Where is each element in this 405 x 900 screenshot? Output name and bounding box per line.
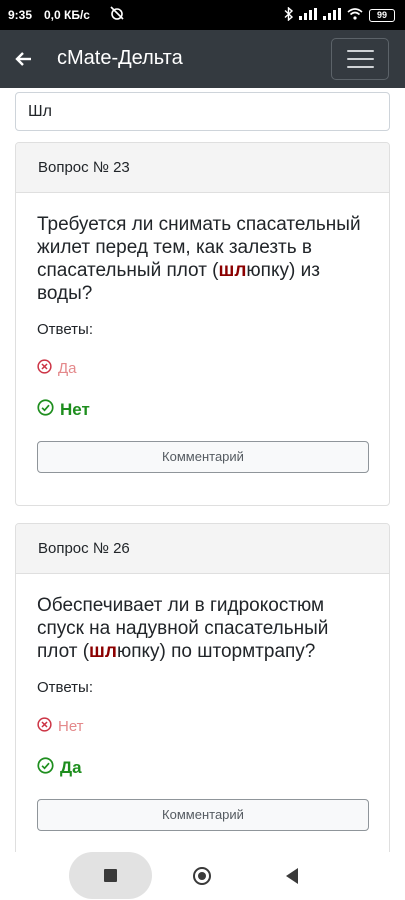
correct-answer-text: Нет (60, 400, 90, 419)
home-icon[interactable] (193, 867, 211, 885)
wrong-answer: Да (37, 359, 368, 378)
question-number: Вопрос № 23 (16, 143, 389, 193)
bluetooth-icon (284, 5, 294, 24)
answers-label: Ответы: (37, 321, 94, 338)
question-number: Вопрос № 26 (16, 524, 389, 574)
x-circle-icon (37, 717, 52, 736)
recents-icon[interactable] (104, 869, 117, 882)
x-circle-icon (37, 359, 52, 378)
check-circle-icon (37, 757, 54, 779)
app-bar: cMate-Дельта (0, 30, 405, 88)
signal-icon (299, 7, 317, 23)
correct-answer-text: Да (60, 758, 82, 777)
search-highlight: шл (218, 260, 247, 281)
back-triangle-icon[interactable] (286, 868, 298, 884)
wifi-icon (347, 7, 363, 23)
wrong-answer-text: Нет (58, 718, 84, 735)
status-bar: 9:35 0,0 КБ/с 99 (0, 0, 405, 30)
correct-answer: Нет (37, 399, 368, 421)
check-circle-icon (37, 399, 54, 421)
arrow-left-icon[interactable] (8, 43, 40, 75)
question-list[interactable]: Шл Вопрос № 23 Требуется ли снимать спас… (0, 88, 405, 852)
question-text: Требуется ли снимать спасательный жилет … (37, 213, 368, 305)
signal-icon-2 (323, 7, 341, 23)
battery-icon: 99 (369, 8, 395, 22)
hamburger-menu-icon (347, 50, 374, 52)
alarm-off-icon (109, 5, 125, 24)
hamburger-bar (347, 58, 374, 60)
hamburger-bar (347, 66, 374, 68)
system-nav-bar (0, 852, 405, 900)
app-title: cMate-Дельта (57, 47, 183, 69)
comment-button[interactable]: Комментарий (37, 441, 369, 473)
question-card: Вопрос № 26 Обеспечивает ли в гидрокостю… (15, 523, 390, 852)
question-text-part: юпку) по штормтрапу? (116, 641, 316, 662)
answers-label: Ответы: (37, 679, 94, 696)
status-icons: 99 (284, 5, 395, 24)
wrong-answer-text: Да (58, 360, 77, 377)
status-network-speed: 0,0 КБ/с (44, 8, 90, 22)
search-highlight: шл (89, 641, 117, 662)
hamburger-menu-button[interactable] (331, 38, 389, 80)
status-time: 9:35 (8, 8, 33, 22)
wrong-answer: Нет (37, 717, 368, 736)
correct-answer: Да (37, 757, 368, 779)
question-text: Обеспечивает ли в гидрокостюм спуск на н… (37, 594, 368, 663)
search-input[interactable]: Шл (15, 92, 390, 131)
question-card: Вопрос № 23 Требуется ли снимать спасате… (15, 142, 390, 506)
comment-button[interactable]: Комментарий (37, 799, 369, 831)
